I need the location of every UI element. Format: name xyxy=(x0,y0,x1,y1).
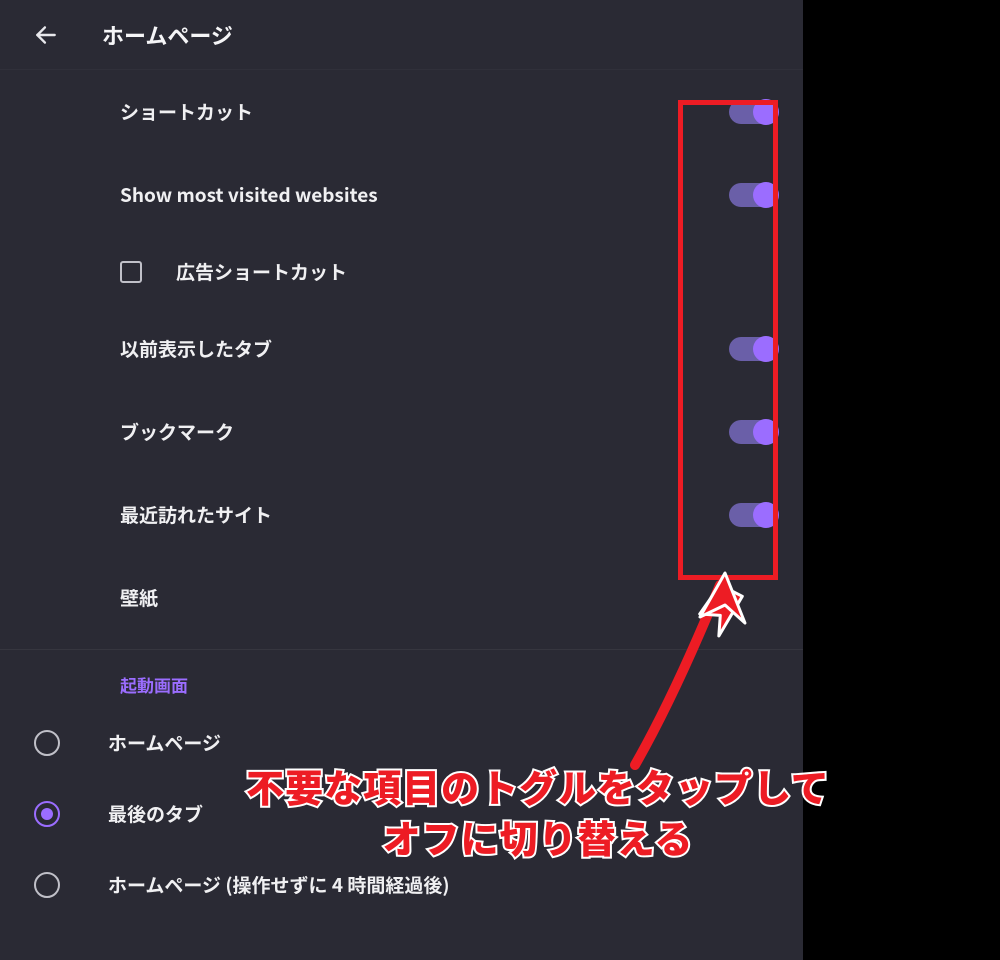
homepage-4h-radio-label: ホームページ (操作せずに 4 時間経過後) xyxy=(108,871,450,898)
last-tab-radio-label: 最後のタブ xyxy=(108,800,203,827)
recent-sites-toggle[interactable] xyxy=(729,503,777,527)
last-tab-radio[interactable] xyxy=(34,801,60,827)
ad-shortcut-label: 広告ショートカット xyxy=(176,258,347,285)
startup-option-last-tab[interactable]: 最後のタブ xyxy=(0,778,803,849)
settings-list: ショートカット Show most visited websites 広告ショー… xyxy=(0,70,803,920)
back-arrow-icon[interactable] xyxy=(32,21,60,49)
page-title: ホームページ xyxy=(102,19,233,51)
ad-shortcut-checkbox[interactable] xyxy=(120,261,142,283)
startup-option-homepage-4h[interactable]: ホームページ (操作せずに 4 時間経過後) xyxy=(0,849,803,920)
recent-sites-row[interactable]: 最近訪れたサイト xyxy=(0,473,803,556)
most-visited-label: Show most visited websites xyxy=(120,181,378,208)
bookmarks-row[interactable]: ブックマーク xyxy=(0,390,803,473)
most-visited-toggle[interactable] xyxy=(729,183,777,207)
shortcuts-toggle[interactable] xyxy=(729,100,777,124)
shortcuts-label: ショートカット xyxy=(120,98,253,125)
bookmarks-toggle[interactable] xyxy=(729,420,777,444)
wallpaper-row[interactable]: 壁紙 xyxy=(0,556,803,639)
recent-sites-label: 最近訪れたサイト xyxy=(120,501,272,528)
homepage-radio[interactable] xyxy=(34,730,60,756)
wallpaper-label: 壁紙 xyxy=(120,584,158,611)
shortcuts-row[interactable]: ショートカット xyxy=(0,70,803,153)
previous-tabs-row[interactable]: 以前表示したタブ xyxy=(0,307,803,390)
homepage-4h-radio[interactable] xyxy=(34,872,60,898)
startup-section-header: 起動画面 xyxy=(0,650,803,707)
most-visited-row[interactable]: Show most visited websites xyxy=(0,153,803,236)
homepage-radio-label: ホームページ xyxy=(108,729,221,756)
settings-panel: ホームページ ショートカット Show most visited website… xyxy=(0,0,803,960)
previous-tabs-toggle[interactable] xyxy=(729,337,777,361)
previous-tabs-label: 以前表示したタブ xyxy=(120,335,272,362)
bookmarks-label: ブックマーク xyxy=(120,418,234,445)
ad-shortcut-row[interactable]: 広告ショートカット xyxy=(0,236,803,307)
startup-option-homepage[interactable]: ホームページ xyxy=(0,707,803,778)
header: ホームページ xyxy=(0,0,803,70)
